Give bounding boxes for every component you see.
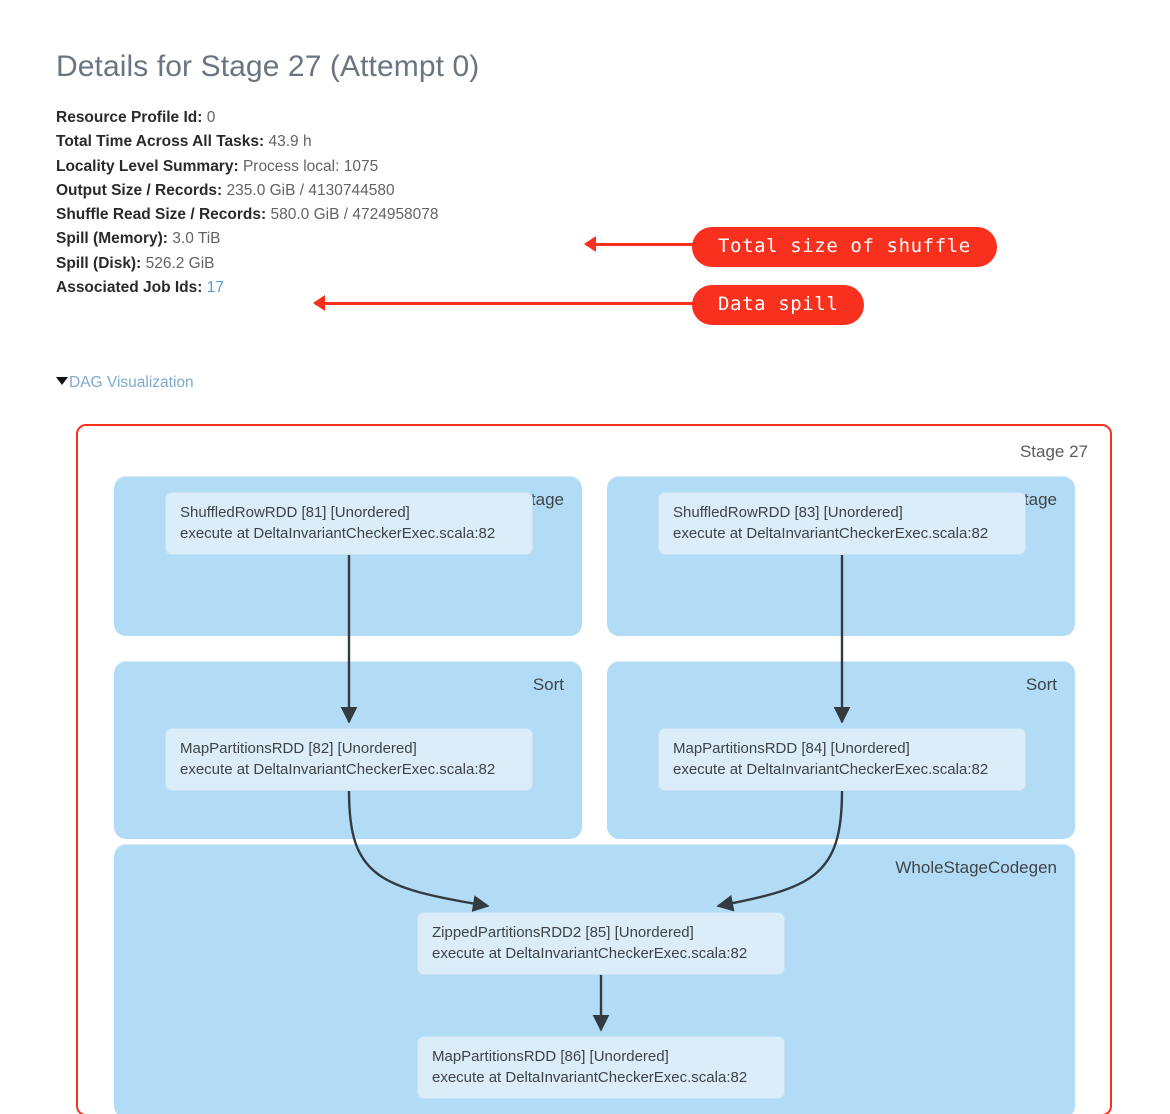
dag-node-callsite: execute at DeltaInvariantCheckerExec.sca…	[673, 525, 989, 542]
summary-value: 3.0 TiB	[172, 230, 221, 248]
annotation-callout-shuffle: Total size of shuffle	[692, 227, 997, 267]
summary-value: 526.2 GiB	[145, 254, 215, 272]
associated-job-id-link[interactable]: 17	[207, 279, 224, 296]
summary-key: Associated Job Ids:	[56, 279, 203, 297]
dag-node-mappartitionsrdd-82[interactable]: MapPartitionsRDD [82] [Unordered] execut…	[165, 728, 533, 791]
annotation-arrowhead-shuffle	[584, 236, 596, 252]
summary-value: 235.0 GiB / 4130744580	[226, 181, 395, 199]
dag-node-callsite: execute at DeltaInvariantCheckerExec.sca…	[673, 761, 989, 778]
dag-node-title: ShuffledRowRDD [83] [Unordered]	[673, 504, 903, 521]
dag-node-shuffledrowrdd-83[interactable]: ShuffledRowRDD [83] [Unordered] execute …	[658, 492, 1026, 555]
dag-node-title: MapPartitionsRDD [86] [Unordered]	[432, 1048, 669, 1065]
dag-node-shuffledrowrdd-81[interactable]: ShuffledRowRDD [81] [Unordered] execute …	[165, 492, 533, 555]
dag-node-callsite: execute at DeltaInvariantCheckerExec.sca…	[432, 945, 748, 962]
summary-row-spill-disk: Spill (Disk): 526.2 GiB	[56, 252, 676, 276]
annotation-arrowhead-spill	[313, 295, 325, 311]
annotation-line-spill	[315, 302, 700, 305]
dag-node-mappartitionsrdd-86[interactable]: MapPartitionsRDD [86] [Unordered] execut…	[417, 1036, 785, 1099]
spark-stage-details-page: Details for Stage 27 (Attempt 0) Resourc…	[0, 0, 1170, 1114]
dag-node-title: MapPartitionsRDD [84] [Unordered]	[673, 740, 910, 757]
stage-summary-list: Resource Profile Id: 0 Total Time Across…	[56, 106, 676, 300]
summary-key: Output Size / Records:	[56, 181, 223, 199]
dag-node-callsite: execute at DeltaInvariantCheckerExec.sca…	[432, 1069, 748, 1086]
summary-row-output-size-records: Output Size / Records: 235.0 GiB / 41307…	[56, 179, 676, 203]
summary-key: Spill (Disk):	[56, 254, 142, 272]
summary-row-resource-profile-id: Resource Profile Id: 0	[56, 106, 676, 130]
summary-row-shuffle-read-size-records: Shuffle Read Size / Records: 580.0 GiB /…	[56, 203, 676, 227]
caret-down-icon	[56, 377, 68, 385]
dag-node-mappartitionsrdd-84[interactable]: MapPartitionsRDD [84] [Unordered] execut…	[658, 728, 1026, 791]
annotation-line-shuffle	[586, 243, 698, 246]
dag-visualization-toggle[interactable]: DAG Visualization	[56, 374, 194, 392]
dag-node-callsite: execute at DeltaInvariantCheckerExec.sca…	[180, 761, 496, 778]
dag-visualization-label: DAG Visualization	[69, 374, 194, 391]
summary-key: Locality Level Summary:	[56, 157, 239, 175]
summary-row-spill-memory: Spill (Memory): 3.0 TiB	[56, 227, 676, 251]
annotation-callout-spill: Data spill	[692, 285, 865, 325]
summary-key: Resource Profile Id:	[56, 109, 203, 126]
summary-value: Process local: 1075	[242, 157, 379, 175]
summary-key: Total Time Across All Tasks:	[56, 133, 265, 151]
dag-scope-label: Sort	[532, 675, 564, 694]
summary-row-total-time: Total Time Across All Tasks: 43.9 h	[56, 130, 676, 154]
dag-node-title: ZippedPartitionsRDD2 [85] [Unordered]	[432, 924, 694, 941]
summary-key: Shuffle Read Size / Records:	[56, 206, 267, 224]
summary-value: 580.0 GiB / 4724958078	[270, 206, 439, 224]
dag-visualization-panel: Stage 27 ShuffleQueryStage ShuffleQueryS…	[76, 424, 1112, 1114]
page-title: Details for Stage 27 (Attempt 0)	[56, 50, 480, 83]
dag-node-title: ShuffledRowRDD [81] [Unordered]	[180, 504, 410, 521]
dag-node-zippedpartitionsrdd2-85[interactable]: ZippedPartitionsRDD2 [85] [Unordered] ex…	[417, 912, 785, 975]
dag-scope-label: WholeStageCodegen	[895, 858, 1057, 877]
dag-node-callsite: execute at DeltaInvariantCheckerExec.sca…	[180, 525, 496, 542]
summary-value: 0	[206, 109, 216, 126]
summary-row-associated-job-ids: Associated Job Ids: 17	[56, 276, 676, 300]
summary-value: 43.9 h	[268, 133, 312, 151]
dag-scope-label: Sort	[1025, 675, 1057, 694]
dag-node-title: MapPartitionsRDD [82] [Unordered]	[180, 740, 417, 757]
summary-row-locality-level: Locality Level Summary: Process local: 1…	[56, 155, 676, 179]
summary-key: Spill (Memory):	[56, 230, 168, 248]
dag-stage-label: Stage 27	[1019, 442, 1088, 461]
